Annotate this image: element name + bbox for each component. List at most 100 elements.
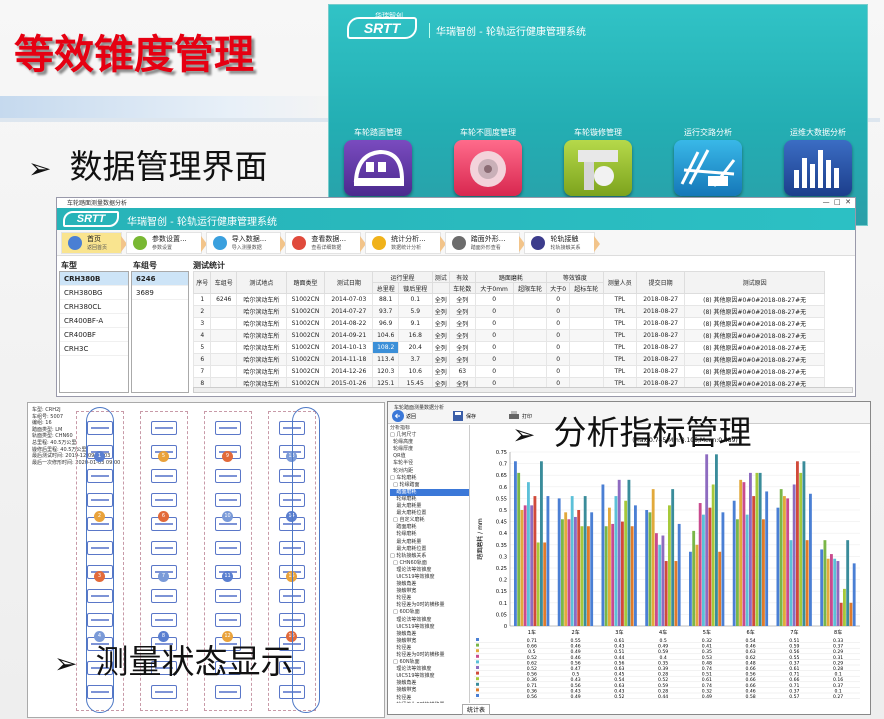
tree-node[interactable]: 理论法等效锥度 xyxy=(390,567,469,574)
cell-reason: (8) 其他原因#0#0#2018-08-27#无 xyxy=(684,293,825,306)
tree-node[interactable]: 理论法等效锥度 xyxy=(390,617,469,624)
cell-after: 0.1 xyxy=(397,293,433,306)
wheelset-axle[interactable] xyxy=(215,685,241,699)
car-group-item[interactable]: 6246 xyxy=(132,272,188,286)
tree-node[interactable]: 最大磨耗位置 xyxy=(390,546,469,553)
cell-submit: 2018-08-27 xyxy=(636,365,686,378)
tree-node[interactable]: 接触带宽 xyxy=(390,687,469,694)
wheelset-axle[interactable] xyxy=(215,613,241,627)
tree-node[interactable]: UIC519等效锥度 xyxy=(390,624,469,631)
cell-over2 xyxy=(568,353,604,366)
tree-node[interactable]: 接触角差 xyxy=(390,631,469,638)
car-type-list[interactable]: CRH380B CRH380BG CRH380CL CR400BF-A CR400BF C… xyxy=(59,271,129,393)
cell-seq: 7 xyxy=(192,365,212,378)
cell-group xyxy=(210,365,237,378)
tile-route-analysis[interactable]: 运行交路分析 xyxy=(671,127,745,197)
route-map-icon xyxy=(674,140,742,196)
step-3[interactable]: 查看数据... 查看详细数据 xyxy=(285,231,367,254)
car-type-item[interactable]: CRH3C xyxy=(60,342,128,356)
wheelset-axle[interactable] xyxy=(151,685,177,699)
chart-bar xyxy=(611,523,615,626)
table-row[interactable]: 7 哈尔滨动车所 S1002CN 2014-12-26 120.3 10.6 全列 63 0 0 T… xyxy=(192,365,825,378)
car-group-item[interactable]: 3689 xyxy=(132,286,188,300)
table-value: 0.28 xyxy=(658,672,668,678)
tree-node[interactable]: □ 轮缘踏面 xyxy=(390,482,469,489)
tree-node[interactable]: 轮对内距 xyxy=(390,468,469,475)
tree-node[interactable]: □ 车轮磨耗 xyxy=(390,475,469,482)
wheelset-axle[interactable] xyxy=(151,589,177,603)
wheelset-axle[interactable] xyxy=(215,589,241,603)
tree-node[interactable]: 轮径差 xyxy=(390,695,469,702)
y-tick-label: 0.1 xyxy=(499,601,507,607)
car-type-item[interactable]: CR400BF-A xyxy=(60,314,128,328)
col-submit: 提交日期 xyxy=(636,271,686,294)
car-type-item[interactable]: CRH380CL xyxy=(60,300,128,314)
tree-node[interactable]: 轮径差 xyxy=(390,645,469,652)
wheelset-axle[interactable] xyxy=(215,469,241,483)
x-tick-label: 6车 xyxy=(747,629,755,636)
car-number-badge: 5 xyxy=(158,451,169,462)
col-gt0b: 大于0 xyxy=(546,282,570,294)
indicator-tree[interactable]: 分析指标 □ 几何尺寸 轮缘高度 轮缘厚度 QR值 车轮半径 轮对内距 □ 车轮磨耗… xyxy=(390,425,470,703)
table-row[interactable]: 2 哈尔滨动车所 S1002CN 2014-07-27 93.7 5.9 全列 全列 0 0 TPL… xyxy=(192,305,825,318)
table-value: 0.66 xyxy=(789,677,799,683)
save-button[interactable]: 保存 xyxy=(452,410,476,422)
tree-node[interactable]: 轮径差为0时的横移量 xyxy=(390,702,469,703)
car-number-badge: 10 xyxy=(222,511,233,522)
table-value: 0.56 xyxy=(571,683,581,689)
table-row[interactable]: 1 6246 哈尔滨动车所 S1002CN 2014-07-03 88.1 0.1 全列 全列 0… xyxy=(192,293,825,306)
chart-bar xyxy=(826,558,830,626)
table-value: 0.32 xyxy=(702,688,712,694)
car-type-item[interactable]: CRH380B xyxy=(60,272,128,286)
tree-node[interactable]: 车轮半径 xyxy=(390,460,469,467)
wheelset-axle[interactable] xyxy=(215,541,241,555)
cell-wear: 0 xyxy=(474,317,514,330)
car-type-item[interactable]: CRH380BG xyxy=(60,286,128,300)
step-5[interactable]: 踏面外形... 踏面外形查看 xyxy=(444,231,526,254)
tree-node[interactable]: UIC519等效锥度 xyxy=(390,574,469,581)
cell-cone: 0 xyxy=(546,305,570,318)
tile-wheel-roundness[interactable]: 车轮不圆度管理 xyxy=(451,127,525,197)
table-row[interactable]: 6 哈尔滨动车所 S1002CN 2014-11-18 113.4 3.7 全列 全列 0 0 TP… xyxy=(192,353,825,366)
tree-node[interactable]: 踏面磨耗 xyxy=(390,488,469,496)
wheelset-axle[interactable] xyxy=(215,493,241,507)
step-0[interactable]: 首页 返回首页 xyxy=(61,231,128,254)
cell-site: 哈尔滨动车所 xyxy=(235,293,287,306)
step-6[interactable]: 轮轨接触 轮轨接触关系 xyxy=(524,231,601,254)
cell-profile: S1002CN xyxy=(285,365,326,378)
wheelset-axle[interactable] xyxy=(151,613,177,627)
window-controls[interactable]: — □ ✕ xyxy=(823,198,851,206)
tree-node[interactable]: □ CHN60轨面 xyxy=(390,560,469,567)
slide: 等效锥度管理 81 ➢数据管理界面 华瑞智创 SRTT 华瑞智创 - 轮轨运行健… xyxy=(0,0,884,719)
horizontal-scrollbar[interactable] xyxy=(193,387,853,393)
tile-big-data[interactable]: 运维大数据分析 xyxy=(781,127,855,197)
tile-wheel-reprofiling[interactable]: 车轮镟修管理 xyxy=(561,127,635,197)
tree-node[interactable]: 接触带宽 xyxy=(390,638,469,645)
table-value: 0.53 xyxy=(702,655,712,661)
table-row[interactable]: 4 哈尔滨动车所 S1002CN 2014-09-21 104.6 16.8 全列 全列 0 0 T… xyxy=(192,329,825,342)
wheelset-axle[interactable] xyxy=(151,421,177,435)
tile-wheel-tread[interactable]: 车轮踏面管理 xyxy=(341,127,415,197)
step-1[interactable]: 参数设置... 参数设置 xyxy=(126,231,207,254)
tab-statistics[interactable]: 统计表 xyxy=(462,704,491,715)
table-value: 0.49 xyxy=(702,694,712,700)
tree-node[interactable]: □ 轮轨接触关系 xyxy=(390,553,469,560)
step-2[interactable]: 导入数据... 导入测量数据 xyxy=(205,231,287,254)
cell-after: 16.8 xyxy=(397,329,433,342)
table-row[interactable]: 3 哈尔滨动车所 S1002CN 2014-08-22 96.9 9.1 全列 全列 0 0 TPL… xyxy=(192,317,825,330)
car-type-item[interactable]: CR400BF xyxy=(60,328,128,342)
back-button[interactable]: 返回 xyxy=(392,410,416,422)
tree-node[interactable]: □ 60D轨面 xyxy=(390,609,469,616)
car-group-list[interactable]: 6246 3689 xyxy=(131,271,189,393)
wheelset-axle[interactable] xyxy=(215,421,241,435)
wheelset-axle[interactable] xyxy=(151,469,177,483)
step-icon xyxy=(133,235,148,250)
tree-node[interactable]: 轮缘磨耗 xyxy=(390,531,469,538)
table-row[interactable]: 5 哈尔滨动车所 S1002CN 2014-10-13 108.2 20.4 全列 全列 0 0 T… xyxy=(192,341,825,354)
wheelset-axle[interactable] xyxy=(151,493,177,507)
step-4[interactable]: 统计分析... 数据统计分析 xyxy=(365,231,446,254)
cell-over xyxy=(512,293,548,306)
wheelset-axle[interactable] xyxy=(151,541,177,555)
tree-node[interactable]: 最大磨耗量 xyxy=(390,539,469,546)
tree-node[interactable]: 轮缘磨耗 xyxy=(390,496,469,503)
